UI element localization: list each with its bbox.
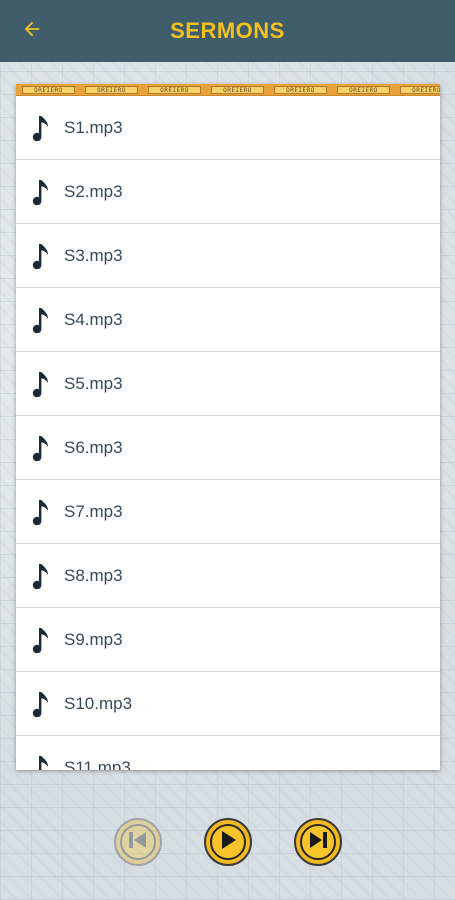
banner-segment: OREIERO [337,85,390,94]
track-row[interactable]: S9.mp3 [16,608,440,672]
previous-button-face [120,824,156,860]
track-row[interactable]: S1.mp3 [16,96,440,160]
track-list: S1.mp3 S2.mp3 S3.mp3 S4.mp3 S5.mp3 S6.mp… [16,96,440,770]
back-button[interactable] [14,13,50,49]
music-note-icon [30,242,52,270]
music-note-icon [30,626,52,654]
track-label: S11.mp3 [64,757,131,771]
arrow-left-icon [21,18,43,45]
banner-segment: OREIERO [22,85,75,94]
track-label: S10.mp3 [64,693,133,713]
music-note-icon [30,306,52,334]
decorative-banner: OREIERO OREIERO OREIERO OREIERO OREIERO … [16,84,440,96]
track-label: S3.mp3 [64,245,123,265]
play-button[interactable] [204,818,252,866]
sermon-list-card: OREIERO OREIERO OREIERO OREIERO OREIERO … [16,84,440,770]
banner-segment: OREIERO [211,85,264,94]
track-label: S7.mp3 [64,501,123,521]
play-icon [219,830,237,855]
banner-segment: OREIERO [85,85,138,94]
track-label: S2.mp3 [64,181,123,201]
music-note-icon [30,178,52,206]
music-note-icon [30,114,52,142]
music-note-icon [30,498,52,526]
music-note-icon [30,370,52,398]
music-note-icon [30,754,52,770]
track-row[interactable]: S6.mp3 [16,416,440,480]
track-row[interactable]: S5.mp3 [16,352,440,416]
music-note-icon [30,562,52,590]
skip-previous-icon [128,831,148,854]
play-button-face [210,824,246,860]
track-label: S1.mp3 [64,117,123,137]
page-title: SERMONS [170,18,285,43]
track-row[interactable]: S2.mp3 [16,160,440,224]
music-note-icon [30,690,52,718]
app-bar: SERMONS [0,0,455,62]
track-label: S4.mp3 [64,309,123,329]
music-note-icon [30,434,52,462]
banner-segment: OREIERO [400,85,440,94]
track-row[interactable]: S4.mp3 [16,288,440,352]
track-row[interactable]: S8.mp3 [16,544,440,608]
track-label: S9.mp3 [64,629,123,649]
track-row[interactable]: S7.mp3 [16,480,440,544]
track-label: S8.mp3 [64,565,123,585]
next-button[interactable] [294,818,342,866]
skip-next-icon [308,831,328,854]
banner-segment: OREIERO [148,85,201,94]
track-row[interactable]: S11.mp3 [16,736,440,770]
track-row[interactable]: S10.mp3 [16,672,440,736]
track-label: S6.mp3 [64,437,123,457]
track-row[interactable]: S3.mp3 [16,224,440,288]
player-controls [0,810,455,874]
banner-segment: OREIERO [274,85,327,94]
previous-button[interactable] [114,818,162,866]
next-button-face [300,824,336,860]
track-label: S5.mp3 [64,373,123,393]
